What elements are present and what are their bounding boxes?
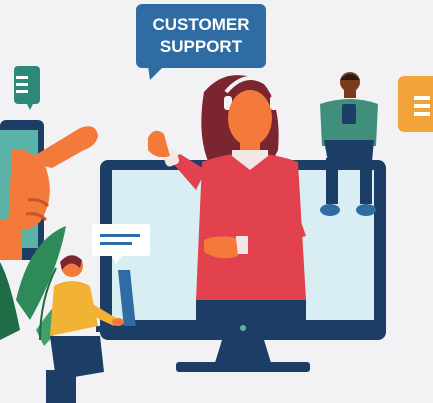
bubble-text-line2: SUPPORT: [160, 37, 243, 56]
customer-support-illustration: CUSTOMER SUPPORT: [0, 0, 433, 403]
message-icon: [14, 66, 40, 110]
bubble-text-line1: CUSTOMER: [153, 15, 250, 34]
chat-bubble-icon: [398, 76, 433, 132]
